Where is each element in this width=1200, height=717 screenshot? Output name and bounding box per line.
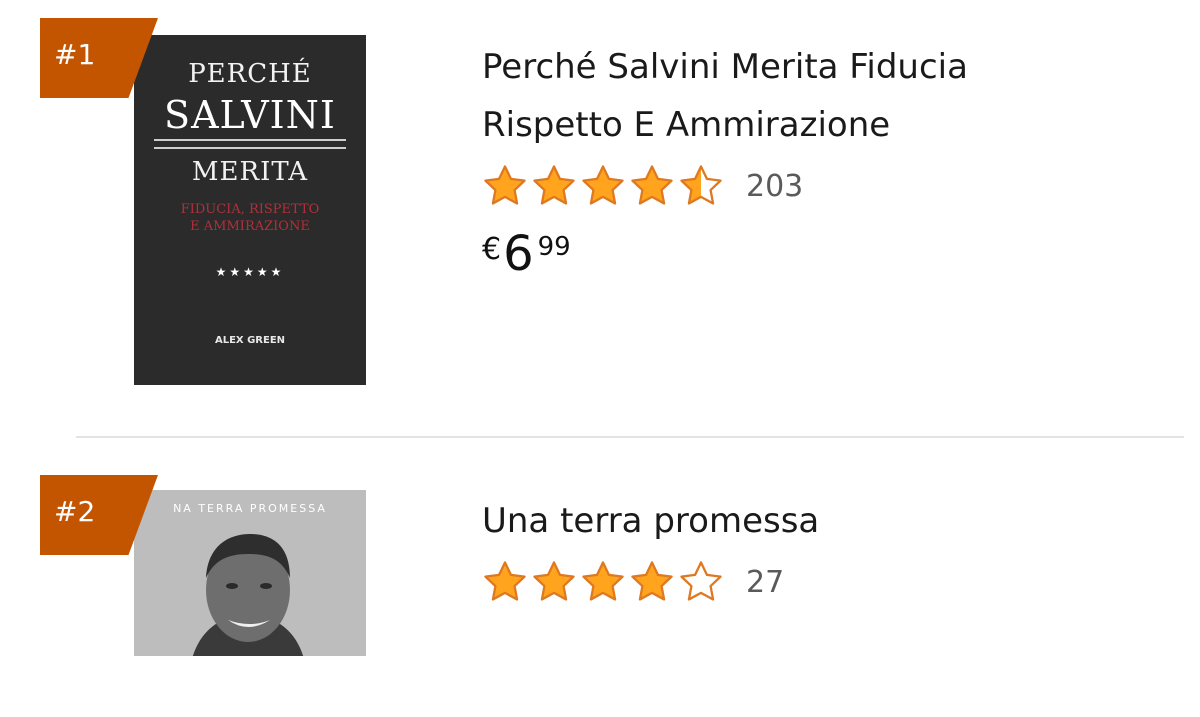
- author-portrait: [192, 534, 304, 656]
- item-info: Perché Salvini Merita Fiducia Rispetto E…: [482, 38, 968, 282]
- star-empty-icon: [680, 561, 722, 601]
- star-full-icon: [631, 165, 673, 205]
- cover-title-line: MERITA: [191, 157, 309, 187]
- bestseller-item[interactable]: #2 NA TERRA PROMESSA Una terra promessa …: [0, 440, 1200, 717]
- rating-stars[interactable]: [482, 163, 724, 209]
- book-title-link[interactable]: Perché Salvini Merita Fiducia Rispetto E…: [482, 38, 968, 154]
- cover-subtitle-line: E AMMIRAZIONE: [190, 219, 310, 234]
- cover-title-line: SALVINI: [164, 93, 336, 137]
- book-cover[interactable]: PERCHÉ SALVINI MERITA FIDUCIA, RISPETTO …: [134, 35, 366, 385]
- book-title-line[interactable]: Perché Salvini Merita Fiducia: [482, 38, 968, 96]
- star-full-icon: [582, 561, 624, 601]
- book-title-line[interactable]: Rispetto E Ammirazione: [482, 96, 968, 154]
- book-cover[interactable]: NA TERRA PROMESSA: [134, 490, 366, 656]
- star-half-icon: [680, 165, 722, 205]
- cover-divider: [154, 139, 346, 141]
- cover-stars: ★★★★★: [215, 265, 285, 279]
- book-title-link[interactable]: Una terra promessa: [482, 492, 819, 550]
- cover-divider: [154, 147, 346, 149]
- cover-subtitle-line: FIDUCIA, RISPETTO: [180, 202, 320, 217]
- divider: [76, 436, 1184, 438]
- star-full-icon: [484, 165, 526, 205]
- star-full-icon: [533, 165, 575, 205]
- price: € 6 99: [482, 226, 968, 282]
- item-info: Una terra promessa 27: [482, 492, 819, 614]
- star-full-icon: [484, 561, 526, 601]
- rating[interactable]: 203: [482, 154, 968, 218]
- cover-author: ALEX GREEN: [214, 335, 286, 346]
- star-full-icon: [631, 561, 673, 601]
- price-whole: 6: [503, 226, 534, 282]
- cover-subtitle: FIDUCIA, RISPETTO E AMMIRAZIONE: [144, 201, 356, 235]
- rating-stars[interactable]: [482, 559, 724, 605]
- bestseller-item[interactable]: #1 PERCHÉ SALVINI MERITA FIDUCIA, RISPET…: [0, 0, 1200, 430]
- rating[interactable]: 27: [482, 550, 819, 614]
- star-full-icon: [533, 561, 575, 601]
- price-currency: €: [482, 232, 502, 267]
- cover-title: NA TERRA PROMESSA: [173, 502, 327, 515]
- rating-count[interactable]: 203: [746, 169, 803, 204]
- price-fraction: 99: [537, 232, 571, 262]
- cover-title-line: PERCHÉ: [188, 59, 312, 89]
- star-full-icon: [582, 165, 624, 205]
- book-title-line[interactable]: Una terra promessa: [482, 492, 819, 550]
- rating-count[interactable]: 27: [746, 565, 784, 600]
